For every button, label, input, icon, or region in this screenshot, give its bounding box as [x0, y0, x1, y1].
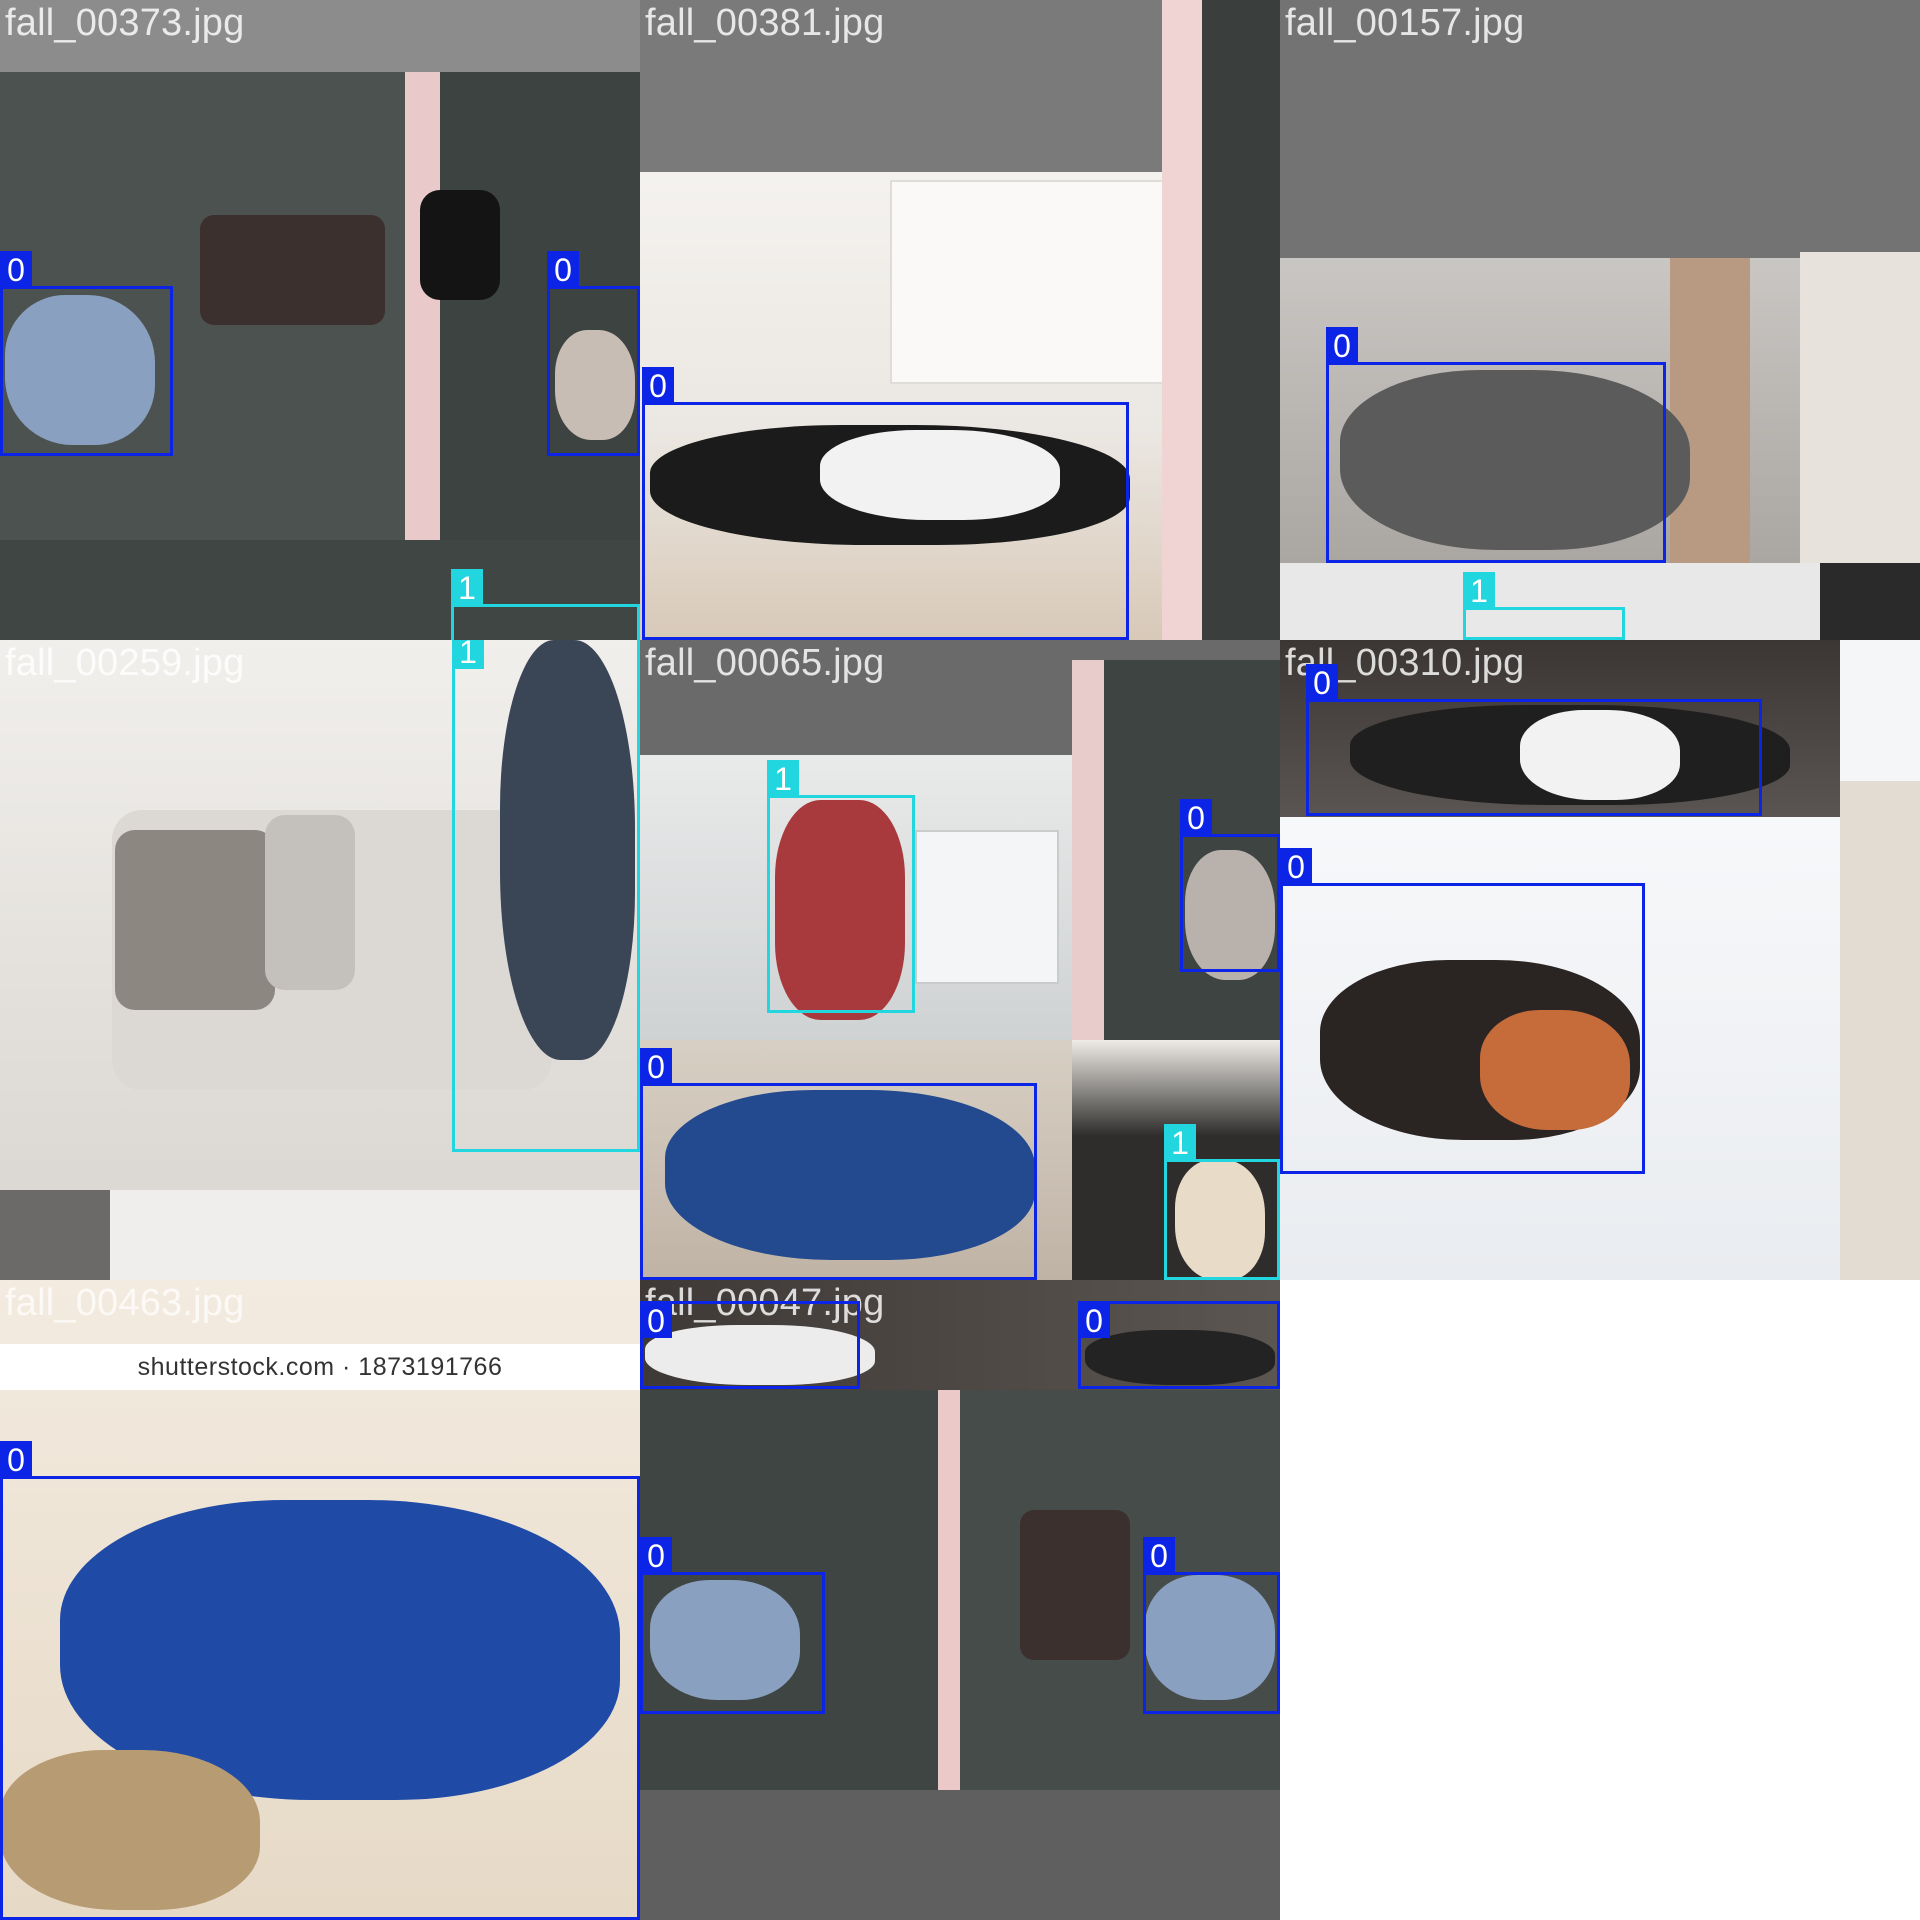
bounding-box: 0	[1326, 327, 1666, 563]
filename-label: fall_00463.jpg	[5, 1282, 245, 1324]
chair	[200, 215, 385, 325]
class-label: 1	[1164, 1124, 1196, 1161]
class-label: 0	[0, 1441, 32, 1478]
class-label: 0	[1306, 664, 1338, 701]
bounding-box: 0	[640, 1301, 860, 1389]
chair-photo	[1800, 252, 1920, 563]
side-strip	[1162, 0, 1280, 640]
class-label: 0	[1280, 848, 1312, 885]
bounding-box: 1	[767, 760, 915, 1013]
bounding-box: 0	[0, 251, 173, 456]
white-shelves	[890, 180, 1166, 384]
bounding-box: 0	[0, 1441, 640, 1920]
filename-label: fall_00157.jpg	[1285, 2, 1525, 44]
side-photo	[1840, 640, 1920, 1280]
bounding-box: 0	[1180, 799, 1280, 972]
bounding-box: 1	[452, 640, 640, 1152]
class-label: 1	[451, 569, 483, 606]
class-label: 0	[640, 1537, 672, 1574]
class-label: 1	[1463, 572, 1495, 609]
class-label: 0	[1078, 1302, 1110, 1339]
bounding-box: 1	[1164, 1124, 1280, 1280]
mosaic-tile-1: fall_00373.jpg 0 0 1	[0, 0, 640, 640]
class-label: 0	[1180, 799, 1212, 836]
cushion	[265, 815, 355, 990]
mosaic-tile-6: fall_00310.jpg 0 0	[1280, 640, 1920, 1280]
cushion	[115, 830, 275, 1010]
mosaic-tile-8: fall_00047.jpg 0 0 0 0	[640, 1280, 1280, 1920]
monitor	[915, 830, 1059, 984]
filename-label: fall_00259.jpg	[5, 642, 245, 684]
bounding-box: 0	[547, 251, 640, 456]
filename-label: fall_00065.jpg	[645, 642, 885, 684]
office-chair	[420, 190, 500, 300]
class-label: 1	[767, 760, 799, 797]
bounding-box: 0	[1306, 664, 1762, 816]
mosaic-tile-5: fall_00065.jpg 1 0 0 1	[640, 640, 1280, 1280]
class-label: 0	[1326, 327, 1358, 364]
bounding-box: 0	[640, 1537, 825, 1714]
mosaic-tile-2: fall_00381.jpg 0	[640, 0, 1280, 640]
bottom-strip	[0, 1190, 640, 1280]
class-label: 0	[642, 367, 674, 404]
class-label: 0	[640, 1048, 672, 1085]
filename-label: fall_00373.jpg	[5, 2, 245, 44]
class-label: 0	[0, 251, 32, 288]
door-frame	[1670, 258, 1750, 563]
class-label: 0	[1143, 1537, 1175, 1574]
class-label: 0	[640, 1302, 672, 1339]
bounding-box: 0	[1143, 1537, 1280, 1714]
mosaic-tile-3: fall_00157.jpg 0 1	[1280, 0, 1920, 640]
bounding-box: 0	[642, 367, 1129, 640]
bounding-box: 1	[451, 569, 640, 640]
chair	[1020, 1510, 1130, 1660]
bounding-box: 0	[640, 1048, 1037, 1280]
mosaic-tile-4: fall_00259.jpg 1	[0, 640, 640, 1280]
class-label: 1	[452, 640, 484, 670]
bounding-box: 0	[1078, 1301, 1280, 1389]
class-label: 0	[547, 251, 579, 288]
bounding-box: 1	[1463, 572, 1625, 640]
bounding-box: 0	[1280, 848, 1645, 1174]
watermark-text: shutterstock.com · 1873191766	[0, 1344, 640, 1390]
filename-label: fall_00381.jpg	[645, 2, 885, 44]
